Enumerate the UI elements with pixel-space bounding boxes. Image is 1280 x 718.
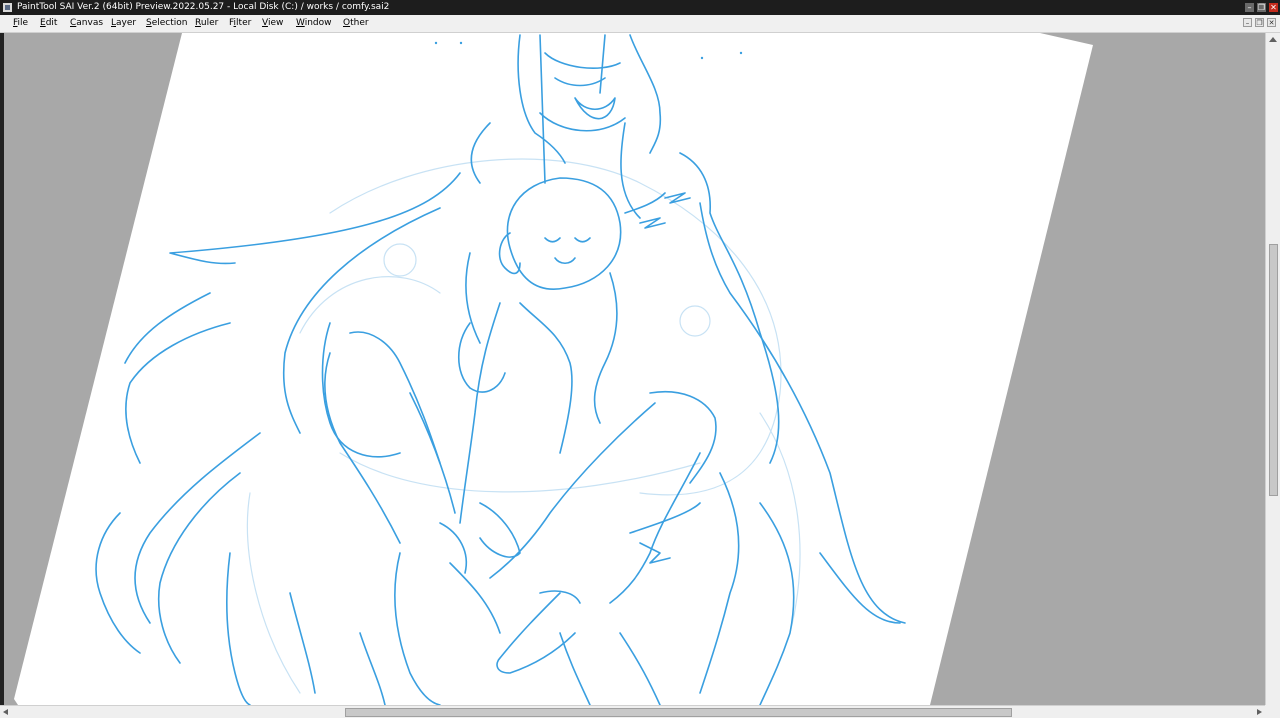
left-edge — [0, 33, 4, 705]
vertical-scrollbar[interactable] — [1265, 33, 1280, 705]
scrollbar-corner — [1265, 705, 1280, 718]
menu-other[interactable]: Other — [343, 15, 369, 32]
minimize-button[interactable]: – — [1245, 3, 1254, 12]
close-button[interactable]: ✕ — [1269, 3, 1278, 12]
menu-layer[interactable]: Layer — [111, 15, 136, 32]
scroll-right-arrow-icon[interactable] — [1257, 709, 1262, 715]
canvas-workspace[interactable] — [0, 33, 1265, 705]
title-bar: PaintTool SAI Ver.2 (64bit) Preview.2022… — [0, 0, 1280, 15]
menu-edit[interactable]: Edit — [40, 15, 57, 32]
horizontal-scrollbar[interactable] — [0, 705, 1265, 718]
maximize-button[interactable]: ❐ — [1257, 3, 1266, 12]
vertical-scroll-thumb[interactable] — [1269, 244, 1278, 496]
menu-window[interactable]: Window — [296, 15, 332, 32]
menu-ruler[interactable]: Ruler — [195, 15, 218, 32]
menu-bar: File Edit Canvas Layer Selection Ruler F… — [0, 15, 1280, 33]
window-title: PaintTool SAI Ver.2 (64bit) Preview.2022… — [17, 2, 390, 12]
menu-view[interactable]: View — [262, 15, 283, 32]
document-minimize-button[interactable]: – — [1243, 18, 1252, 27]
scroll-left-arrow-icon[interactable] — [3, 709, 8, 715]
canvas-paper[interactable] — [14, 33, 1093, 705]
canvas-view[interactable] — [0, 33, 1265, 705]
menu-selection[interactable]: Selection — [146, 15, 187, 32]
menu-canvas[interactable]: Canvas — [70, 15, 103, 32]
document-close-button[interactable]: ✕ — [1267, 18, 1276, 27]
menu-filter[interactable]: Filter — [229, 15, 251, 32]
document-restore-button[interactable]: ❐ — [1255, 18, 1264, 27]
scroll-up-arrow-icon[interactable] — [1269, 37, 1277, 42]
horizontal-scroll-thumb[interactable] — [345, 708, 1012, 717]
app-icon[interactable] — [3, 3, 12, 12]
menu-file[interactable]: File — [13, 15, 28, 32]
